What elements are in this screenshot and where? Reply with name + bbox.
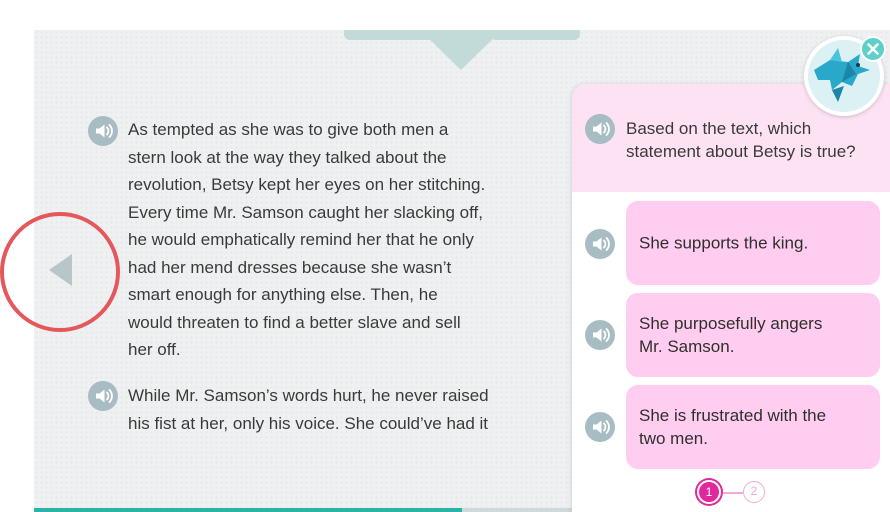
passage-line: Every time Mr. Samson caught her slackin… <box>128 202 483 222</box>
answer-text: She supports the king. <box>639 232 867 255</box>
passage-line: revolution, Betsy kept her eyes on her s… <box>128 175 486 194</box>
page-dot-2[interactable]: 2 <box>743 481 765 503</box>
answer-text: She is frustrated with the two men. <box>639 404 867 450</box>
answer-line: She supports the king. <box>639 233 809 253</box>
passage-line: he would emphatically remind her that he… <box>128 230 474 249</box>
speaker-icon[interactable] <box>585 320 615 350</box>
passage-line: As tempted as she was to give both men a <box>128 120 449 139</box>
answer-line: She is frustrated with the <box>639 406 827 425</box>
answer-text: She purposefully angers Mr. Samson. <box>639 312 867 358</box>
answer-line: She purposefully angers <box>639 314 823 333</box>
close-button[interactable] <box>860 36 886 62</box>
answer-option-1[interactable]: She supports the king. <box>626 201 880 285</box>
triangle-left-icon[interactable] <box>48 253 74 287</box>
pager-connector <box>723 492 743 494</box>
answer-option-3[interactable]: She is frustrated with the two men. <box>626 385 880 469</box>
passage-line: would threaten to find a better slave an… <box>128 312 461 332</box>
page-dot-1[interactable]: 1 <box>697 480 721 504</box>
speaker-icon[interactable] <box>585 412 615 442</box>
passage-line: smart enough for anything else. Then, he <box>128 285 438 304</box>
speaker-icon[interactable] <box>88 381 118 411</box>
passage-line: stern look at the way they talked about … <box>128 147 447 167</box>
quiz-panel: Based on the text, which statement about… <box>572 84 890 512</box>
question-line: Based on the text, which <box>626 119 812 138</box>
question-line: statement about Betsy is true? <box>626 142 856 161</box>
passage-paragraph-1: As tempted as she was to give both men a… <box>128 116 528 364</box>
passage-paragraph-2: While Mr. Samson’s words hurt, he never … <box>128 382 528 437</box>
speaker-icon[interactable] <box>88 116 118 146</box>
chevron-down-icon[interactable] <box>420 30 502 70</box>
passage-line: While Mr. Samson’s words hurt, he never … <box>128 386 489 405</box>
close-icon <box>867 43 879 55</box>
top-tab-right <box>490 30 580 40</box>
speaker-icon[interactable] <box>585 229 615 259</box>
reading-progress-fill <box>34 508 462 512</box>
answer-option-2[interactable]: She purposefully angers Mr. Samson. <box>626 293 880 377</box>
answer-line: two men. <box>639 429 708 448</box>
question-text: Based on the text, which statement about… <box>626 117 886 163</box>
speaker-icon[interactable] <box>585 114 615 144</box>
answer-line: Mr. Samson. <box>639 337 735 356</box>
passage-line: her off. <box>128 340 181 359</box>
passage-line: had her mend dresses because she wasn’t <box>128 257 452 277</box>
passage-line: his fist at her, only his voice. She cou… <box>128 413 489 433</box>
